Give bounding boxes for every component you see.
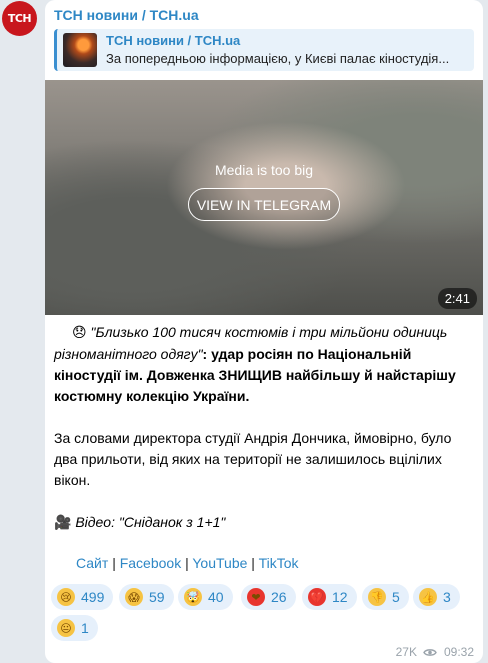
broken-heart-icon: 💔 xyxy=(308,588,326,606)
reaction-count: 40 xyxy=(208,589,224,605)
neutral-face-icon: 😐 xyxy=(57,619,75,637)
reaction-button[interactable]: ❤ 26 xyxy=(241,584,296,610)
reaction-button[interactable]: 🤯 40 xyxy=(178,584,233,610)
link-separator: | xyxy=(112,555,116,571)
video-credit: Відео: "Сніданок з 1+1" xyxy=(75,514,226,530)
reaction-count: 12 xyxy=(332,589,348,605)
exploding-head-icon: 🤯 xyxy=(184,588,202,606)
reaction-button[interactable]: 👎 5 xyxy=(362,584,409,610)
reaction-button[interactable]: 😐 1 xyxy=(51,615,98,641)
reaction-button[interactable]: 😱 59 xyxy=(119,584,174,610)
screaming-face-icon: 😱 xyxy=(125,588,143,606)
social-links: Сайт | Facebook | YouTube | TikTok xyxy=(76,555,299,571)
view-count: 27K xyxy=(395,645,417,659)
reaction-button[interactable]: 😢 499 xyxy=(51,584,114,610)
reaction-count: 1 xyxy=(81,620,89,636)
reply-text: За попередньою інформацією, у Києві пала… xyxy=(106,51,450,66)
link-youtube[interactable]: YouTube xyxy=(192,555,247,571)
link-site[interactable]: Сайт xyxy=(76,555,108,571)
thumbs-down-icon: 👎 xyxy=(368,588,386,606)
reaction-count: 499 xyxy=(81,589,105,605)
message-bubble: ТСН новини / ТСН.ua ТСН новини / ТСН.ua … xyxy=(45,0,483,663)
link-facebook[interactable]: Facebook xyxy=(120,555,181,571)
video-camera-icon: 🎥 xyxy=(54,515,72,531)
sad-face-icon: 😞 xyxy=(72,325,87,341)
reply-preview[interactable]: ТСН новини / ТСН.ua За попередньою інфор… xyxy=(54,29,474,71)
link-separator: | xyxy=(251,555,255,571)
view-in-telegram-button[interactable]: VIEW IN TELEGRAM xyxy=(188,188,340,221)
reaction-count: 3 xyxy=(443,589,451,605)
eye-icon xyxy=(423,648,437,656)
channel-avatar[interactable]: ТСН xyxy=(2,1,37,36)
red-heart-icon: ❤ xyxy=(247,588,265,606)
thumbs-up-icon: 👍 xyxy=(419,588,437,606)
video-duration: 2:41 xyxy=(437,288,477,309)
video-preview[interactable]: Media is too big VIEW IN TELEGRAM 2:41 xyxy=(45,80,483,315)
crying-face-icon: 😢 xyxy=(57,588,75,606)
post-paragraph: За словами директора студії Андрія Дончи… xyxy=(54,430,452,488)
message-time: 09:32 xyxy=(443,645,474,659)
reaction-count: 5 xyxy=(392,589,400,605)
reply-thumbnail xyxy=(63,33,97,67)
link-separator: | xyxy=(185,555,189,571)
reaction-button[interactable]: 👍 3 xyxy=(413,584,460,610)
link-tiktok[interactable]: TikTok xyxy=(259,555,299,571)
channel-name[interactable]: ТСН новини / ТСН.ua xyxy=(54,7,199,23)
reaction-count: 59 xyxy=(149,589,165,605)
media-too-big-message: Media is too big xyxy=(214,162,314,178)
message-footer: 27K 09:32 xyxy=(396,645,474,659)
reaction-button[interactable]: 💔 12 xyxy=(302,584,357,610)
reply-title: ТСН новини / ТСН.ua xyxy=(106,33,241,48)
reaction-count: 26 xyxy=(271,589,287,605)
post-text: 😞 "Близько 100 тисяч костюмів і три міль… xyxy=(54,322,476,534)
